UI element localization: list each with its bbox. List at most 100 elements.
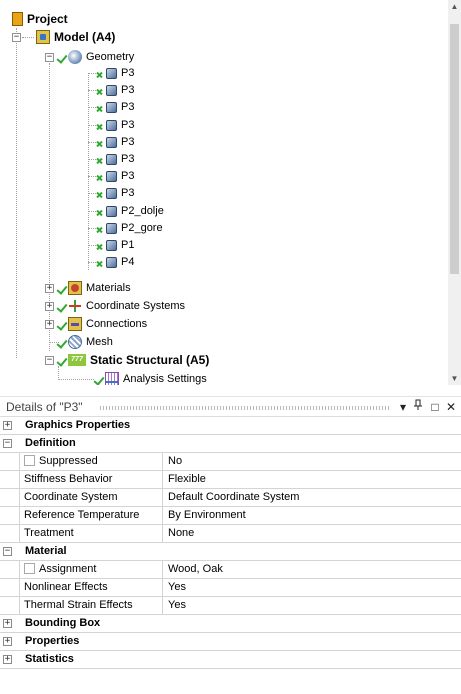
tree-item-body[interactable]: P2_gore — [95, 219, 163, 237]
panel-grip[interactable] — [100, 406, 390, 410]
property-row-assignment[interactable]: Assignment Wood, Oak — [0, 561, 461, 579]
tree-item-label: Project — [27, 12, 68, 26]
property-value[interactable]: Default Coordinate System — [163, 489, 461, 507]
tree-item-label: Connections — [86, 318, 148, 330]
dropdown-icon[interactable]: ▾ — [396, 399, 410, 415]
property-value[interactable]: None — [163, 525, 461, 543]
expand-toggle[interactable]: + — [3, 619, 12, 628]
expand-toggle[interactable]: + — [45, 284, 54, 293]
tree-item-label: P3 — [121, 67, 135, 79]
property-row-thermal-strain-effects[interactable]: Thermal Strain Effects Yes — [0, 597, 461, 615]
green-x-check-icon — [95, 135, 105, 149]
close-icon[interactable]: ✕ — [444, 399, 458, 415]
tree-item-body[interactable]: P3 — [95, 167, 134, 185]
expand-toggle[interactable]: + — [45, 320, 54, 329]
tree-item-analysis-settings[interactable]: Analysis Settings — [94, 370, 207, 385]
property-value[interactable]: Flexible — [163, 471, 461, 489]
tree-item-label: P1 — [121, 239, 135, 251]
maximize-icon[interactable]: □ — [428, 399, 442, 415]
group-label: Material — [25, 545, 67, 557]
collapse-toggle[interactable]: − — [45, 356, 54, 365]
solid-body-icon — [106, 68, 117, 79]
tree-item-label: P3 — [121, 170, 135, 183]
tree-item-body[interactable]: P3 — [95, 98, 134, 116]
tree-item-body[interactable]: P3 — [95, 184, 134, 202]
solid-body-icon — [106, 102, 117, 114]
green-x-check-icon — [95, 255, 105, 269]
tree-item-label: P3 — [121, 101, 135, 114]
solid-body-icon — [106, 119, 117, 131]
collapse-toggle[interactable]: − — [3, 547, 12, 556]
group-definition[interactable]: − Definition — [0, 435, 461, 453]
expand-toggle[interactable]: + — [3, 421, 12, 430]
tree-item-body[interactable]: P1 — [95, 236, 134, 254]
green-x-check-icon — [95, 118, 105, 132]
tree-item-body[interactable]: P3 — [95, 64, 134, 82]
tree-line — [58, 379, 94, 380]
tree-item-body[interactable]: P3 — [95, 150, 134, 168]
expand-toggle[interactable]: + — [3, 655, 12, 664]
group-properties[interactable]: + Properties — [0, 633, 461, 651]
group-graphics-properties[interactable]: + Graphics Properties — [0, 417, 461, 435]
property-name: Suppressed — [20, 453, 163, 471]
tree-item-body[interactable]: P3 — [95, 81, 134, 99]
tree-item-body[interactable]: P4 — [95, 253, 134, 271]
tree-item-body[interactable]: P3 — [95, 133, 134, 151]
scrollbar-thumb[interactable] — [450, 24, 459, 274]
tree-item-static-structural[interactable]: 777 Static Structural (A5) — [57, 351, 209, 369]
collapse-toggle[interactable]: − — [45, 53, 54, 62]
collapse-toggle[interactable]: − — [3, 439, 12, 448]
green-x-check-icon — [95, 204, 105, 218]
group-label: Definition — [25, 437, 76, 449]
pin-icon[interactable] — [411, 399, 425, 415]
solid-body-icon — [106, 188, 117, 200]
property-row-stiffness-behavior[interactable]: Stiffness Behavior Flexible — [0, 471, 461, 489]
green-check-icon — [57, 317, 67, 331]
tree-scrollbar[interactable]: ▲ ▼ — [448, 0, 461, 385]
property-row-treatment[interactable]: Treatment None — [0, 525, 461, 543]
parameter-checkbox[interactable] — [24, 455, 35, 466]
scroll-up-icon[interactable]: ▲ — [448, 0, 461, 13]
property-value[interactable]: Yes — [163, 579, 461, 597]
property-value[interactable]: By Environment — [163, 507, 461, 525]
expand-toggle[interactable]: + — [45, 302, 54, 311]
solid-body-icon — [106, 171, 117, 183]
tree-item-label: P3 — [121, 153, 135, 165]
tree-item-body[interactable]: P3 — [95, 116, 134, 134]
property-row-coordinate-system[interactable]: Coordinate System Default Coordinate Sys… — [0, 489, 461, 507]
green-check-icon — [57, 50, 67, 64]
tree-item-label: P3 — [121, 84, 135, 97]
group-bounding-box[interactable]: + Bounding Box — [0, 615, 461, 633]
solid-body-icon — [106, 257, 117, 269]
tree-item-project[interactable]: Project — [12, 10, 68, 28]
group-statistics[interactable]: + Statistics — [0, 651, 461, 669]
outline-tree: Project − Model (A4) − Geometry + Materi… — [0, 0, 461, 385]
tree-item-coordinate-systems[interactable]: Coordinate Systems — [57, 297, 185, 315]
tree-item-body[interactable]: P2_dolje — [95, 202, 164, 220]
green-x-check-icon — [95, 100, 105, 114]
green-x-check-icon — [95, 169, 105, 183]
tree-item-label: P3 — [121, 118, 135, 131]
parameter-checkbox[interactable] — [24, 563, 35, 574]
property-name-text: Assignment — [39, 563, 97, 575]
property-row-suppressed[interactable]: Suppressed No — [0, 453, 461, 471]
row-gutter — [0, 579, 20, 597]
property-row-reference-temperature[interactable]: Reference Temperature By Environment — [0, 507, 461, 525]
analysis-settings-icon — [105, 372, 119, 385]
row-gutter — [0, 489, 20, 507]
property-value[interactable]: Yes — [163, 597, 461, 615]
scroll-down-icon[interactable]: ▼ — [448, 372, 461, 385]
tree-item-connections[interactable]: Connections — [57, 315, 147, 333]
property-value[interactable]: No — [163, 453, 461, 471]
tree-item-mesh[interactable]: Mesh — [57, 333, 113, 351]
property-row-nonlinear-effects[interactable]: Nonlinear Effects Yes — [0, 579, 461, 597]
solid-body-icon — [106, 154, 117, 165]
collapse-toggle[interactable]: − — [12, 33, 21, 42]
green-x-check-icon — [95, 66, 105, 80]
connections-icon — [68, 317, 82, 331]
group-material[interactable]: − Material — [0, 543, 461, 561]
tree-item-model[interactable]: Model (A4) — [36, 28, 115, 46]
expand-toggle[interactable]: + — [3, 637, 12, 646]
property-value[interactable]: Wood, Oak — [163, 561, 461, 579]
tree-item-materials[interactable]: Materials — [57, 279, 131, 297]
